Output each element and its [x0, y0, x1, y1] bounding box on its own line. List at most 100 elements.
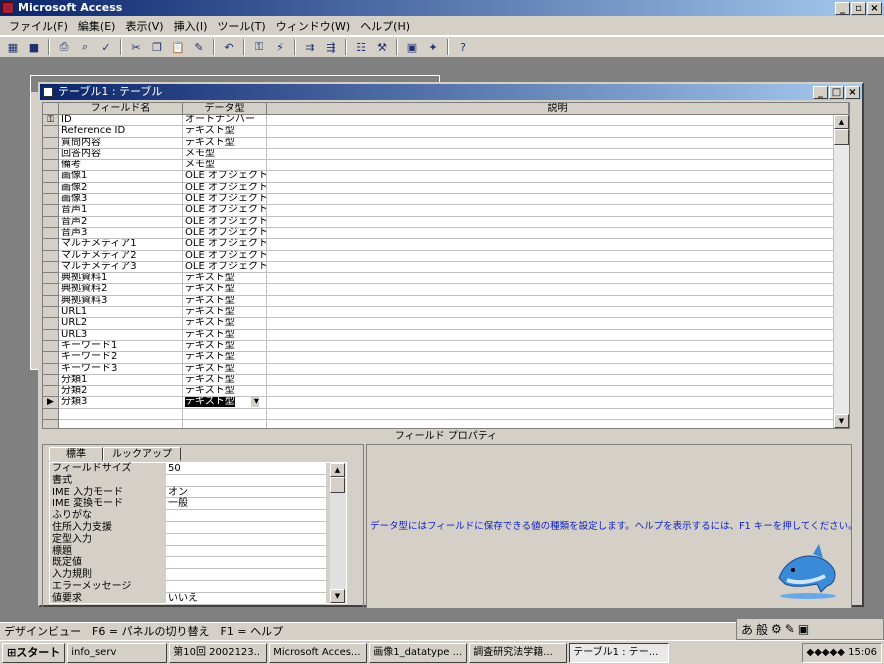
row-selector[interactable] — [43, 160, 59, 172]
field-name-cell[interactable]: 画像1 — [59, 171, 183, 183]
delete-rows-icon[interactable]: ⇶ — [322, 39, 340, 55]
field-name-cell[interactable]: 分類2 — [59, 386, 183, 398]
prop-scroll-up-icon[interactable]: ▲ — [330, 463, 345, 477]
field-name-cell[interactable]: 音声2 — [59, 216, 183, 228]
table-window-titlebar[interactable]: テーブル1 : テーブル _ □ × — [40, 84, 862, 100]
description-cell[interactable] — [267, 296, 849, 308]
tab-general[interactable]: 標準 — [49, 447, 103, 461]
data-type-cell[interactable]: テキスト型 — [183, 363, 267, 375]
field-name-cell[interactable]: 典拠資料2 — [59, 284, 183, 296]
row-selector[interactable] — [43, 374, 59, 387]
row-selector[interactable] — [43, 352, 59, 364]
property-value[interactable]: 一般 — [166, 498, 326, 511]
menu-insert[interactable]: 挿入(I) — [169, 18, 213, 34]
menu-edit[interactable]: 編集(E) — [73, 18, 121, 34]
data-type-cell[interactable]: テキスト型 — [183, 295, 267, 308]
row-selector[interactable] — [43, 171, 59, 183]
start-button[interactable]: ⊞スタート — [2, 642, 66, 663]
scroll-up-icon[interactable]: ▲ — [834, 115, 849, 129]
field-name-cell[interactable]: 回答内容 — [59, 148, 183, 161]
grid-scrollbar[interactable]: ▲ ▼ — [833, 115, 849, 428]
property-scrollbar[interactable]: ▲ ▼ — [330, 463, 346, 603]
table-row[interactable]: URL1 テキスト型 — [43, 307, 849, 319]
table-row[interactable]: 備考 メモ型 — [43, 160, 849, 172]
field-name-cell[interactable]: 典拠資料3 — [59, 295, 183, 308]
empty-row[interactable] — [43, 408, 849, 421]
table-row[interactable]: キーワード2 テキスト型 — [43, 352, 849, 364]
field-name-cell[interactable]: マルチメディア2 — [59, 250, 183, 262]
table-row[interactable]: 分類1 テキスト型 — [43, 374, 849, 387]
table-row[interactable]: 典拠資料1 テキスト型 — [43, 273, 849, 285]
field-name-cell[interactable]: マルチメディア3 — [59, 261, 183, 274]
task-item-table1[interactable]: テーブル1 : テー... — [569, 642, 670, 663]
insert-rows-icon[interactable]: ⇉ — [301, 39, 319, 55]
data-type-dropdown-icon[interactable]: ▾ — [250, 397, 259, 408]
field-name-cell[interactable]: 典拠資料1 — [59, 273, 183, 285]
ime-tools-icon[interactable]: ⚙ — [771, 622, 782, 636]
table-row[interactable]: 音声2 OLE オブジェクト — [43, 216, 849, 228]
primary-key-icon[interactable]: ⚿ — [250, 39, 268, 55]
data-type-cell[interactable]: テキスト型 — [183, 352, 267, 364]
description-cell[interactable] — [267, 115, 849, 127]
data-type-cell[interactable]: テキスト型 — [183, 137, 267, 149]
empty-row[interactable] — [43, 420, 849, 428]
table-row[interactable]: 画像3 OLE オブジェクト — [43, 194, 849, 206]
task-item-access[interactable]: Microsoft Acces... — [269, 642, 368, 663]
data-type-cell[interactable]: OLE オブジェクト — [183, 182, 267, 195]
row-selector[interactable] — [43, 295, 59, 308]
description-cell[interactable] — [267, 126, 849, 138]
description-cell[interactable] — [267, 318, 849, 330]
field-name-cell[interactable]: 画像3 — [59, 194, 183, 206]
description-cell[interactable] — [267, 194, 849, 206]
table-row[interactable]: 音声3 OLE オブジェクト — [43, 227, 849, 240]
help-icon[interactable]: ? — [454, 39, 472, 55]
data-type-cell[interactable]: OLE オブジェクト — [183, 250, 267, 262]
table-row[interactable]: Reference ID テキスト型 — [43, 126, 849, 138]
table-row[interactable]: ⚿ ID オートナンバー — [43, 115, 849, 127]
ime-conversion-mode[interactable]: 般 — [756, 621, 768, 638]
table-maximize-button[interactable]: □ — [829, 86, 844, 99]
properties-icon[interactable]: ☷ — [352, 39, 370, 55]
table-row[interactable]: マルチメディア2 OLE オブジェクト — [43, 250, 849, 262]
table-row[interactable]: 画像2 OLE オブジェクト — [43, 182, 849, 195]
data-type-cell[interactable]: テキスト型 — [183, 126, 267, 138]
description-cell[interactable] — [267, 273, 849, 285]
row-selector[interactable] — [43, 239, 59, 251]
data-type-cell[interactable]: テキスト型 — [183, 386, 267, 398]
table-row[interactable]: URL3 テキスト型 — [43, 329, 849, 341]
menu-window[interactable]: ウィンドウ(W) — [271, 18, 355, 34]
data-type-cell[interactable]: OLE オブジェクト — [183, 205, 267, 217]
field-name-cell[interactable]: URL1 — [59, 307, 183, 319]
scroll-down-icon[interactable]: ▼ — [834, 414, 849, 428]
restore-button[interactable]: ▫ — [851, 2, 866, 15]
data-type-cell[interactable]: OLE オブジェクト — [183, 171, 267, 183]
cut-icon[interactable]: ✂ — [127, 39, 145, 55]
row-selector[interactable] — [43, 148, 59, 161]
description-cell[interactable] — [267, 375, 849, 387]
description-cell[interactable] — [267, 352, 849, 364]
description-cell[interactable] — [267, 397, 849, 409]
close-button[interactable]: × — [867, 2, 882, 15]
table-row[interactable]: ▶ 分類3 テキスト型 ▾ — [43, 397, 849, 409]
field-name-cell[interactable]: マルチメディア1 — [59, 239, 183, 251]
data-type-cell[interactable]: OLE オブジェクト — [183, 239, 267, 251]
copy-icon[interactable]: ❐ — [148, 39, 166, 55]
description-cell[interactable] — [267, 284, 849, 296]
spelling-icon[interactable]: ✓ — [97, 39, 115, 55]
property-value[interactable]: いいえ — [166, 592, 326, 605]
row-selector[interactable] — [43, 126, 59, 138]
table-close-button[interactable]: × — [845, 86, 860, 99]
data-type-cell[interactable]: メモ型 — [183, 148, 267, 161]
description-cell[interactable] — [267, 149, 849, 161]
description-cell[interactable] — [267, 341, 849, 353]
print-preview-icon[interactable]: ⌕ — [76, 39, 94, 55]
ime-input-mode[interactable]: あ — [741, 621, 753, 638]
description-cell[interactable] — [267, 217, 849, 228]
field-name-cell[interactable]: 音声1 — [59, 205, 183, 217]
menu-tools[interactable]: ツール(T) — [212, 18, 270, 34]
data-type-cell[interactable]: OLE オブジェクト — [183, 194, 267, 206]
data-type-cell[interactable]: テキスト型 — [183, 318, 267, 330]
field-name-cell[interactable]: Reference ID — [59, 126, 183, 138]
new-object-icon[interactable]: ✦ — [424, 39, 442, 55]
property-value[interactable]: オン — [166, 486, 326, 499]
